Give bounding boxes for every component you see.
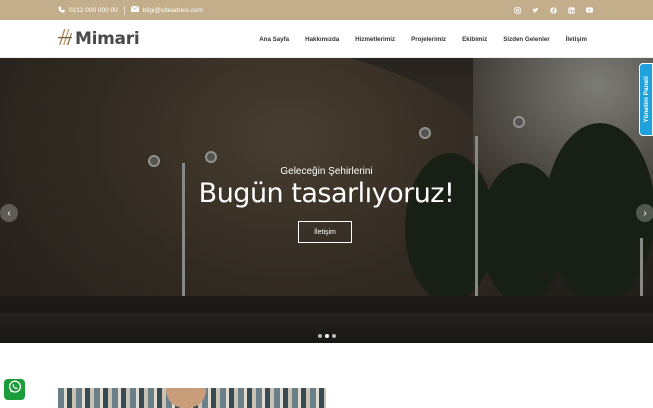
brand-name: Mimari	[75, 29, 140, 49]
nav-projects[interactable]: Projelerimiz	[411, 36, 446, 43]
admin-panel-label: Yönetim Paneli	[642, 76, 650, 123]
social-links	[514, 0, 593, 20]
divider	[123, 5, 125, 15]
hero-title: Bugün tasarlıyoruz!	[198, 178, 455, 209]
linkedin-icon[interactable]	[568, 6, 575, 14]
phone-contact[interactable]: 0212 000 000 00	[58, 6, 118, 15]
whatsapp-icon	[8, 380, 22, 399]
main-nav: Ana Sayfa Hakkımızda Hizmetlerimiz Proje…	[259, 20, 587, 58]
slider-dot[interactable]	[318, 334, 322, 338]
phone-icon	[58, 6, 65, 15]
site-logo[interactable]: Mimari	[58, 27, 140, 52]
email-contact[interactable]: bilgi@siteadresi.com	[130, 5, 203, 14]
nav-contact[interactable]: İletişim	[566, 36, 587, 43]
whatsapp-button[interactable]	[4, 379, 25, 400]
facebook-icon[interactable]	[550, 6, 557, 14]
top-bar: 0212 000 000 00 bilgi@siteadresi.com	[0, 0, 653, 20]
nav-about[interactable]: Hakkımızda	[305, 36, 339, 43]
nav-testimonials[interactable]: Sizden Gelenler	[503, 36, 549, 43]
slider-dot[interactable]	[332, 334, 336, 338]
chevron-right-icon: ›	[643, 207, 647, 219]
phone-number: 0212 000 000 00	[69, 6, 118, 14]
hero-subtitle: Geleceğin Şehirlerini	[280, 166, 373, 177]
contact-info: 0212 000 000 00 bilgi@siteadresi.com	[58, 0, 203, 20]
slider-prev-button[interactable]: ‹	[0, 204, 18, 222]
nav-services[interactable]: Hizmetlerimiz	[355, 36, 395, 43]
twitter-icon[interactable]	[532, 7, 539, 14]
slider-next-button[interactable]: ›	[636, 204, 653, 222]
logo-mark-icon	[58, 27, 72, 52]
nav-home[interactable]: Ana Sayfa	[259, 36, 289, 43]
slider-dots	[318, 334, 336, 338]
chevron-left-icon: ‹	[7, 207, 11, 219]
site-header: Mimari Ana Sayfa Hakkımızda Hizmetlerimi…	[0, 20, 653, 58]
youtube-icon[interactable]	[586, 7, 593, 14]
content-image	[58, 388, 326, 408]
slider-dot[interactable]	[325, 334, 329, 338]
instagram-icon[interactable]	[514, 6, 521, 14]
email-address: bilgi@siteadresi.com	[142, 6, 203, 14]
nav-team[interactable]: Ekibimiz	[462, 36, 487, 43]
hero-slider: Geleceğin Şehirlerini Bugün tasarlıyoruz…	[0, 58, 653, 343]
content-image-person	[166, 388, 206, 408]
hero-contact-button[interactable]: İletişim	[298, 221, 352, 243]
admin-panel-tab[interactable]: Yönetim Paneli	[639, 63, 653, 136]
envelope-icon	[130, 5, 140, 14]
